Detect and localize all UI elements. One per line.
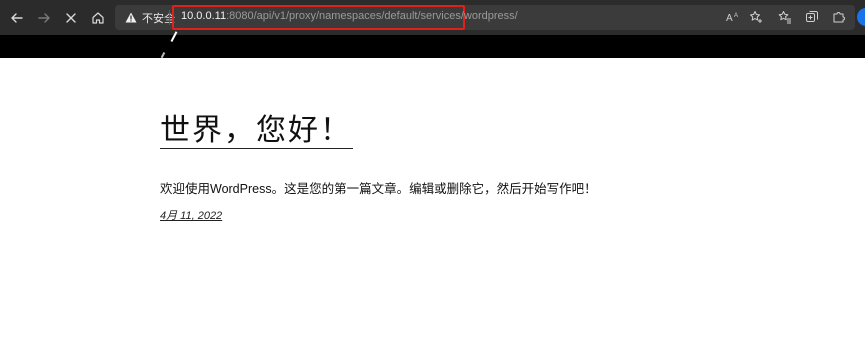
collections-icon [806,11,818,22]
extensions-button[interactable] [830,8,848,26]
star-add-icon [750,11,762,23]
close-icon [66,13,76,23]
browser-toolbar: 不安全 10.0.0.11:8080/api/v1/proxy/namespac… [0,0,865,35]
svg-text:A: A [726,13,733,24]
url-path: :8080/api/v1/proxy/namespaces/default/se… [226,10,518,22]
security-label: 不安全 [142,11,175,25]
stop-loading-button[interactable] [59,6,83,30]
favorites-button[interactable] [776,8,794,26]
url-host: 10.0.0.11 [181,10,227,22]
post-title-underline [160,148,353,149]
svg-text:A: A [734,13,738,19]
back-arrow-icon [11,13,23,23]
address-divider [169,10,170,25]
post-title[interactable]: 世界，您好！ [160,113,352,149]
favorite-button[interactable] [747,8,765,26]
post-date-link[interactable]: 4月 11, 2022 [160,207,222,223]
collections-button[interactable] [803,8,821,26]
warning-icon [125,12,137,23]
back-button[interactable] [5,6,29,30]
home-button[interactable] [86,6,110,30]
url-text[interactable]: 10.0.0.11:8080/api/v1/proxy/namespaces/d… [181,10,518,22]
forward-arrow-icon [38,13,50,23]
read-aloud-button[interactable]: A A [724,8,742,26]
site-header [0,35,865,58]
security-indicator[interactable]: 不安全 [125,9,175,26]
read-aloud-icon: A A [726,13,738,24]
forward-button[interactable] [32,6,56,30]
puzzle-icon [833,12,845,23]
post-body: 欢迎使用WordPress。这是您的第一篇文章。编辑或删除它，然后开始写作吧！ [160,182,597,196]
home-icon [92,12,104,24]
profile-avatar[interactable] [857,8,865,26]
star-list-icon [778,11,791,24]
